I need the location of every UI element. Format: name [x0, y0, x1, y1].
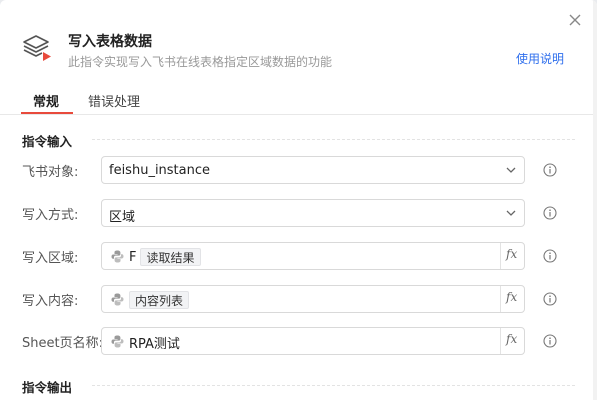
fx-label: fx: [506, 332, 518, 346]
write-mode-label: 写入方式:: [22, 208, 79, 223]
tab-general[interactable]: 常规: [33, 91, 59, 110]
scrollbar[interactable]: [593, 0, 597, 400]
python-icon: [111, 335, 124, 348]
layers-icon: [23, 35, 51, 61]
chevron-down-icon: [506, 167, 516, 173]
info-icon[interactable]: [543, 206, 557, 220]
chevron-down-icon: [506, 210, 516, 216]
dialog: 写入表格数据 此指令实现写入飞书在线表格指定区域数据的功能 使用说明 常规 错误…: [0, 0, 597, 400]
info-icon[interactable]: [543, 163, 557, 177]
write-range-label: 写入区域:: [22, 251, 79, 266]
feishu-object-label: 飞书对象:: [22, 165, 79, 180]
write-content-label: 写入内容:: [22, 294, 79, 309]
variable-tag[interactable]: 读取结果: [140, 248, 201, 266]
feishu-object-select[interactable]: feishu_instance: [101, 156, 525, 184]
fx-label: fx: [506, 247, 518, 261]
fx-button[interactable]: fx: [500, 243, 524, 269]
section-divider: [92, 385, 575, 386]
fx-label: fx: [506, 290, 518, 304]
info-icon[interactable]: [543, 292, 557, 306]
close-icon[interactable]: [567, 12, 583, 28]
write-mode-select[interactable]: 区域: [101, 199, 525, 227]
fx-button[interactable]: fx: [500, 286, 524, 312]
write-content-expression: 内容列表: [129, 291, 190, 309]
write-content-input[interactable]: 内容列表 fx: [101, 285, 525, 313]
section-title-output: 指令输出: [22, 380, 73, 395]
tab-error-handling[interactable]: 错误处理: [88, 91, 140, 110]
sheet-name-expression: RPA测试: [129, 333, 180, 352]
fx-button[interactable]: fx: [500, 328, 524, 354]
active-tab-indicator: [21, 112, 73, 114]
write-mode-value: 区域: [109, 210, 136, 225]
feishu-object-value: feishu_instance: [109, 163, 211, 178]
section-divider: [92, 139, 575, 140]
write-range-expression: F 读取结果: [129, 248, 201, 266]
dialog-title: 写入表格数据: [68, 34, 152, 50]
sheet-name-label: Sheet页名称:: [22, 336, 103, 351]
dialog-subtitle: 此指令实现写入飞书在线表格指定区域数据的功能: [68, 55, 333, 69]
tab-bar: 常规 错误处理: [0, 82, 597, 115]
info-icon[interactable]: [543, 334, 557, 348]
help-link[interactable]: 使用说明: [516, 50, 564, 67]
sheet-name-value: RPA测试: [129, 337, 180, 352]
write-range-input[interactable]: F 读取结果 fx: [101, 242, 525, 270]
variable-tag[interactable]: 内容列表: [129, 291, 190, 309]
info-icon[interactable]: [543, 249, 557, 263]
python-icon: [111, 293, 124, 306]
python-icon: [111, 250, 124, 263]
section-title-input: 指令输入: [22, 134, 73, 149]
sheet-name-input[interactable]: RPA测试 fx: [101, 327, 525, 355]
write-range-prefix: F: [129, 249, 137, 265]
